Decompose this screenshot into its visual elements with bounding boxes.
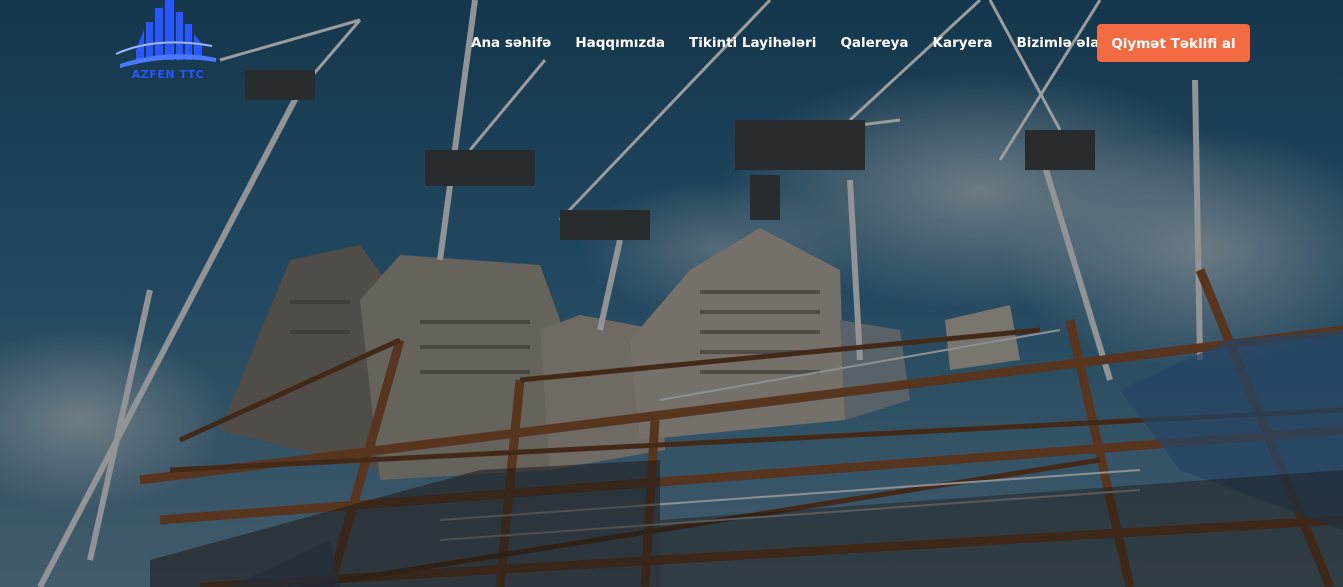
nav-item-about[interactable]: Haqqımızda — [575, 33, 665, 53]
get-quote-button[interactable]: Qiymət Təklifi al — [1097, 24, 1250, 62]
logo-text: AZFEN TTC — [131, 68, 205, 81]
main-navigation: Ana səhifə Haqqımızda Tikinti Layihələri… — [471, 33, 1142, 53]
nav-item-gallery[interactable]: Qalereya — [840, 33, 908, 53]
nav-item-home[interactable]: Ana səhifə — [471, 33, 551, 53]
nav-item-career[interactable]: Karyera — [933, 33, 993, 53]
site-header: AZFEN TTC Ana səhifə Haqqımızda Tikinti … — [0, 0, 1343, 90]
nav-item-projects[interactable]: Tikinti Layihələri — [689, 33, 816, 53]
company-logo[interactable]: AZFEN TTC — [115, 0, 220, 86]
